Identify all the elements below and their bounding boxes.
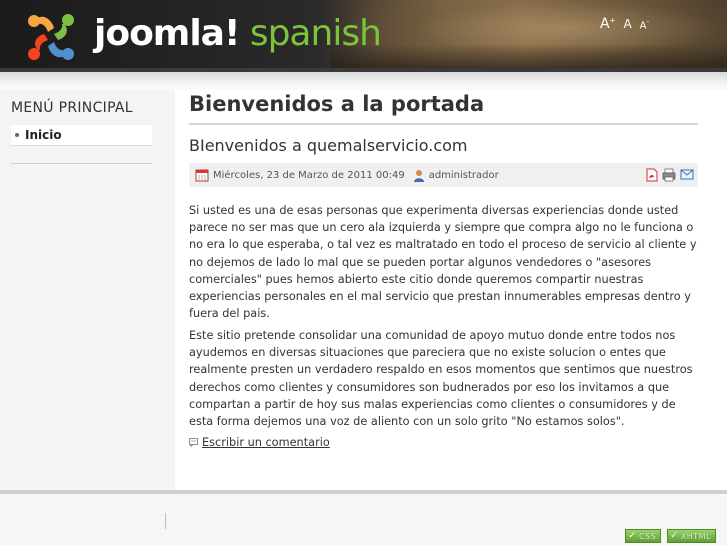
comment-link-row: Escribir un comentario: [189, 436, 330, 449]
article-paragraph: Si usted es una de esas personas que exp…: [189, 204, 697, 321]
xhtml-valid-badge[interactable]: ✓ XHTML: [667, 529, 716, 543]
badge-label: XHTML: [680, 531, 711, 541]
calendar-icon: [195, 169, 209, 182]
font-increase-button[interactable]: A+: [600, 16, 615, 32]
page-title: Bienvenidos a la portada: [189, 92, 485, 116]
logo-spanish-text: spanish: [249, 13, 382, 54]
sidebar-item-inicio[interactable]: Inicio: [11, 125, 152, 146]
main-menu: Inicio: [11, 125, 152, 146]
font-reset-button[interactable]: A: [623, 17, 631, 31]
css-valid-badge[interactable]: ✓ CSS: [625, 529, 662, 543]
site-logo-text[interactable]: joomla! spanish: [94, 12, 382, 56]
write-comment-link[interactable]: Escribir un comentario: [202, 436, 330, 449]
article-date: Miércoles, 23 de Marzo de 2011 00:49: [213, 169, 405, 181]
email-icon[interactable]: [680, 168, 694, 185]
validation-badges: ✓ CSS ✓ XHTML: [625, 529, 716, 543]
print-icon[interactable]: [662, 168, 676, 185]
joomla-logo-icon[interactable]: [24, 10, 78, 64]
font-size-tools: A+ A A-: [600, 16, 649, 32]
user-icon: [413, 169, 424, 182]
article-meta-bar: Miércoles, 23 de Marzo de 2011 00:49 adm…: [189, 163, 698, 187]
sidebar-title: MENÚ PRINCIPAL: [11, 100, 133, 116]
check-icon: ✓: [670, 531, 678, 541]
comment-icon: [189, 438, 198, 447]
pdf-icon[interactable]: [645, 168, 658, 185]
logo-joomla-text: joomla!: [94, 13, 240, 54]
article-author: administrador: [428, 169, 499, 181]
sidebar: MENÚ PRINCIPAL Inicio: [0, 90, 175, 490]
footer-separator: [165, 513, 166, 529]
main-content: Bienvenidos a la portada BIenvenidos a q…: [175, 90, 727, 490]
site-header: joomla! spanish A+ A A-: [0, 0, 727, 72]
font-decrease-button[interactable]: A-: [640, 18, 649, 31]
sidebar-item-label: Inicio: [25, 128, 62, 142]
header-band: [0, 72, 727, 90]
article-title: BIenvenidos a quemalservicio.com: [189, 136, 468, 155]
article-paragraph: Este sitio pretende consolidar una comun…: [189, 329, 693, 429]
site-footer: ✓ CSS ✓ XHTML: [0, 494, 727, 545]
title-divider: [189, 123, 698, 125]
sidebar-divider: [11, 163, 152, 164]
badge-label: CSS: [638, 531, 657, 541]
article-actions: [645, 168, 694, 185]
check-icon: ✓: [628, 531, 636, 541]
bullet-icon: [15, 133, 19, 137]
